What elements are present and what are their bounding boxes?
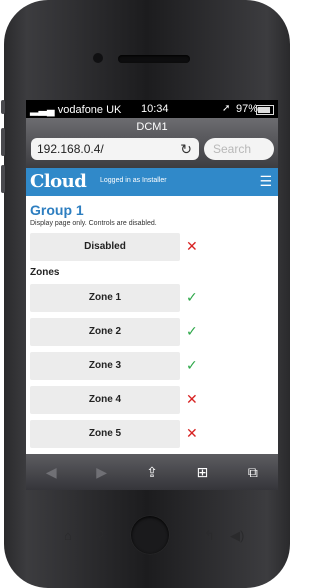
front-camera <box>93 53 103 63</box>
zone-button[interactable]: Zone 4 <box>30 386 180 414</box>
search-input[interactable]: Search <box>204 138 274 160</box>
battery-icon <box>256 105 274 115</box>
clock: 10:34 <box>141 103 169 115</box>
zone-list: Zone 1✓Zone 2✓Zone 3✓Zone 4✕Zone 5✕Zone … <box>26 284 278 454</box>
back-icon[interactable]: ◀ <box>26 464 76 481</box>
check-icon: ✓ <box>186 323 198 339</box>
phone-frame: ▂▃▄ vodafone UK 10:34 ➚ 97% DCM1 192.168… <box>1 0 290 588</box>
location-icon: ➚ <box>222 103 231 114</box>
cross-icon: ✕ <box>186 391 198 407</box>
cloud-logo[interactable]: Cloud <box>30 171 87 192</box>
zone-button[interactable]: Zone 2 <box>30 318 180 346</box>
zone-row: Zone 2 ✓ <box>26 318 278 346</box>
browser-bar: DCM1 192.168.0.4/ ↻ Search <box>26 118 278 168</box>
mute-switch <box>1 100 5 114</box>
zone-row: Zone 4 ✕ <box>26 386 278 414</box>
disabled-cross-icon: ✕ <box>186 238 198 254</box>
bookmarks-icon[interactable]: ⊞ <box>177 464 227 481</box>
zone-button[interactable]: Zone 5 <box>30 420 180 448</box>
disabled-button[interactable]: Disabled <box>30 233 180 261</box>
volume-dock-icon: ◀) <box>230 528 245 543</box>
volume-down-button <box>1 165 5 193</box>
site-navbar: Cloud Logged in as Installer ☰ <box>26 168 278 196</box>
url-text: 192.168.0.4/ <box>37 142 104 156</box>
check-icon: ✓ <box>186 357 198 373</box>
zone-button[interactable]: Zone 1 <box>30 284 180 312</box>
tabs-icon[interactable]: ⧉ <box>228 464 278 481</box>
share-icon[interactable]: ⇪ <box>127 464 177 481</box>
home-dock-icon: ⌂ <box>64 528 72 543</box>
address-bar[interactable]: 192.168.0.4/ ↻ <box>31 138 199 160</box>
display-only-note: Display page only. Controls are disabled… <box>30 220 157 227</box>
page-title: DCM1 <box>136 121 168 133</box>
battery-percentage: 97% <box>236 103 259 115</box>
carrier-label: ▂▃▄ vodafone UK <box>30 104 122 116</box>
disabled-row: Disabled ✕ <box>26 233 278 261</box>
search-dock-icon: ⚲ <box>95 528 105 543</box>
zone-button[interactable]: Zone 3 <box>30 352 180 380</box>
status-bar: ▂▃▄ vodafone UK 10:34 ➚ 97% <box>26 100 278 118</box>
screen: ▂▃▄ vodafone UK 10:34 ➚ 97% DCM1 192.168… <box>26 100 278 490</box>
home-button[interactable] <box>131 516 169 554</box>
logged-in-label: Logged in as Installer <box>100 177 167 184</box>
browser-toolbar: ◀ ▶ ⇪ ⊞ ⧉ <box>26 454 278 490</box>
volume-up-button <box>1 128 5 156</box>
check-icon: ✓ <box>186 289 198 305</box>
reload-icon[interactable]: ↻ <box>180 138 192 160</box>
forward-icon[interactable]: ▶ <box>76 464 126 481</box>
zone-row: Zone 5 ✕ <box>26 420 278 448</box>
earpiece-speaker <box>118 55 190 63</box>
group-title: Group 1 <box>30 202 84 218</box>
cross-icon: ✕ <box>186 425 198 441</box>
zone-row: Zone 3 ✓ <box>26 352 278 380</box>
zone-row: Zone 1 ✓ <box>26 284 278 312</box>
web-content: Cloud Logged in as Installer ☰ Group 1 D… <box>26 168 278 454</box>
back-dock-icon: ↰ <box>204 528 215 543</box>
zones-heading: Zones <box>30 267 60 278</box>
hamburger-menu-icon[interactable]: ☰ <box>259 173 272 190</box>
